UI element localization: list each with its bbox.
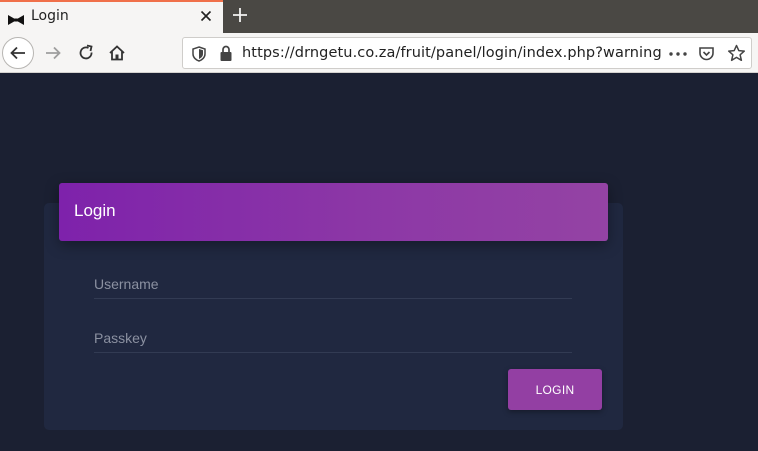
tab-title: Login (31, 8, 69, 24)
username-input[interactable] (94, 269, 572, 299)
tab-strip: Login (0, 0, 758, 33)
arrow-right-icon (46, 46, 61, 60)
star-icon[interactable] (727, 44, 746, 63)
new-tab-icon[interactable] (229, 4, 251, 26)
nav-toolbar: https://drngetu.co.za/fruit/panel/login/… (0, 33, 758, 73)
more-options-icon[interactable] (668, 46, 688, 62)
lock-icon[interactable] (219, 45, 233, 62)
home-icon (109, 45, 125, 61)
login-card-header: Login (59, 183, 608, 241)
login-title: Login (74, 201, 116, 220)
login-button[interactable]: LOGIN (508, 369, 602, 410)
tab-login[interactable]: Login (0, 0, 223, 33)
home-button[interactable] (101, 37, 133, 69)
shield-icon[interactable] (192, 46, 206, 62)
page-content: Login LOGIN (0, 73, 758, 451)
back-button[interactable] (2, 37, 34, 69)
address-bar[interactable]: https://drngetu.co.za/fruit/panel/login/… (182, 37, 752, 69)
passkey-input[interactable] (94, 323, 572, 353)
forward-button[interactable] (37, 37, 69, 69)
reload-button[interactable] (70, 37, 102, 69)
bowtie-icon (8, 11, 24, 25)
arrow-left-icon (10, 46, 25, 60)
close-icon[interactable] (198, 8, 214, 24)
pocket-icon[interactable] (698, 45, 715, 62)
reload-icon (79, 44, 93, 60)
url-text[interactable]: https://drngetu.co.za/fruit/panel/login/… (242, 45, 662, 61)
